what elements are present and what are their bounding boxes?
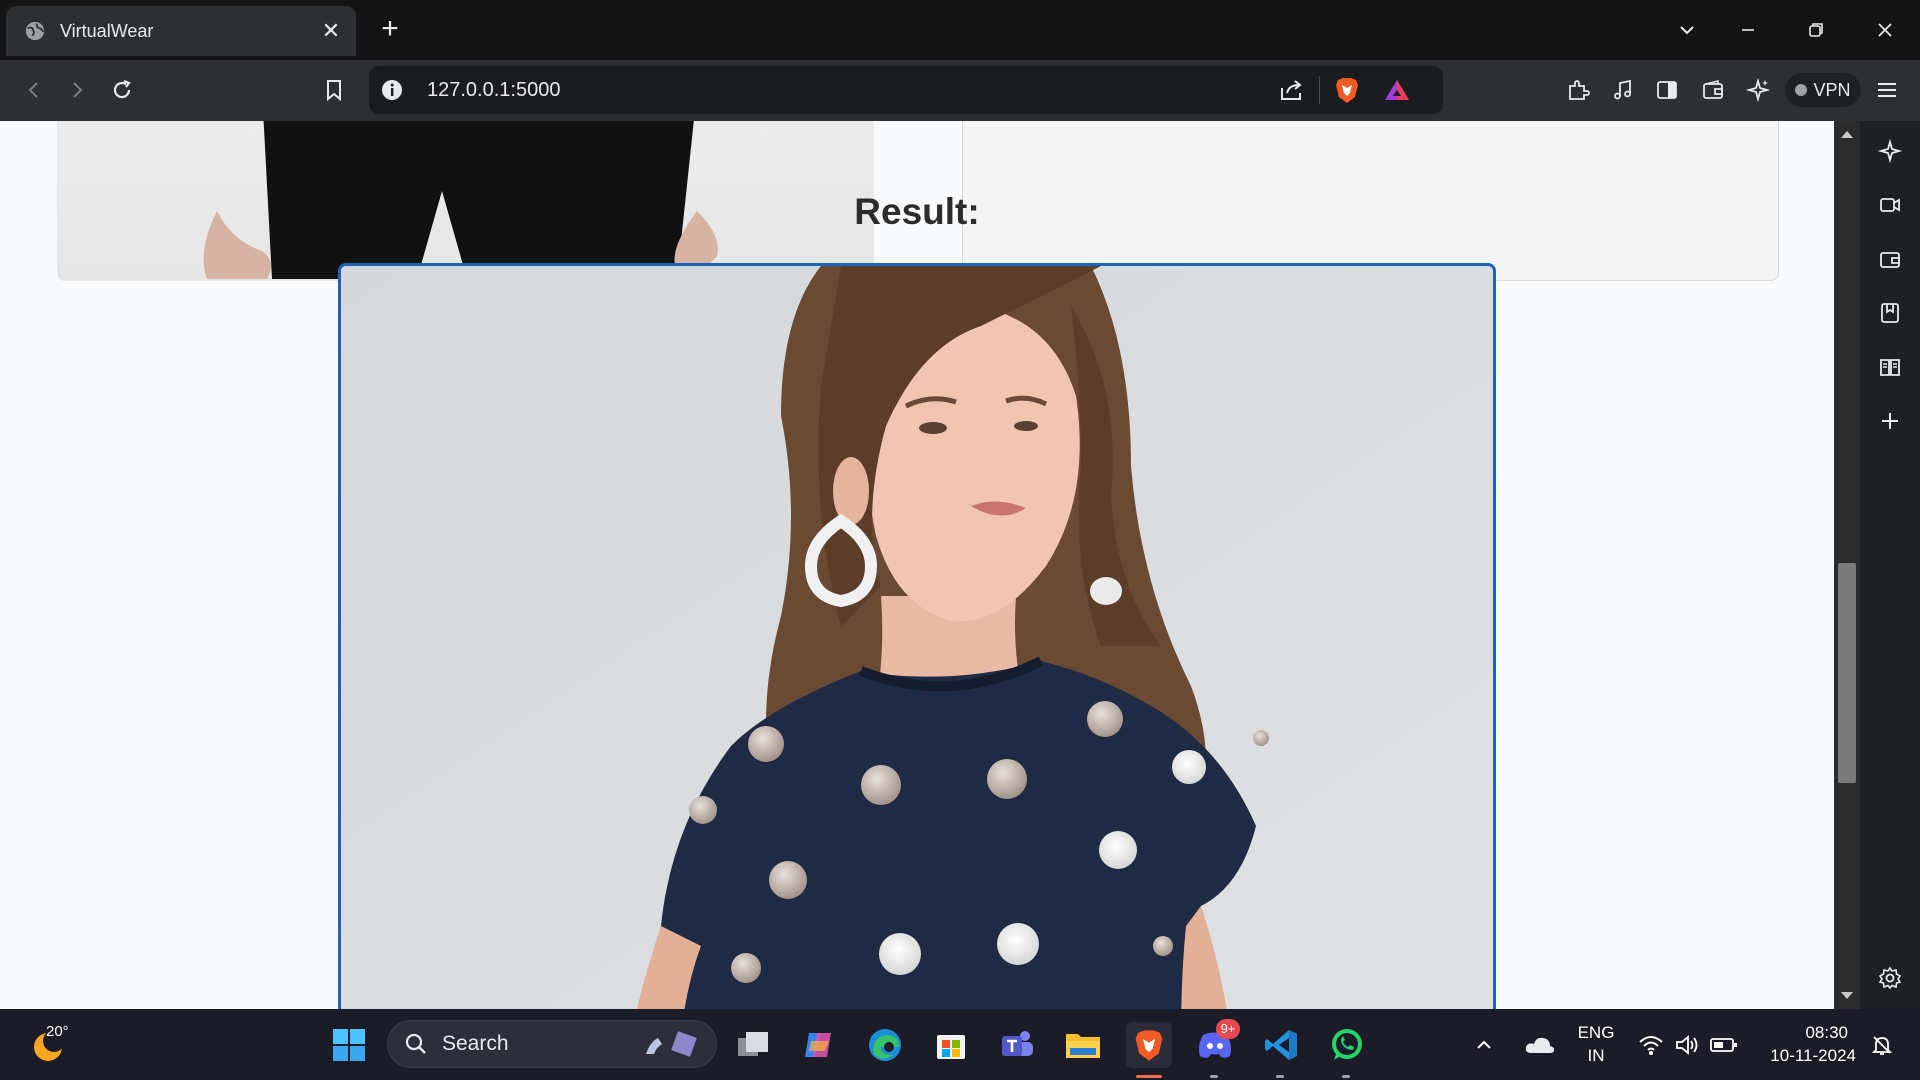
brave-talk-icon[interactable] bbox=[1870, 185, 1910, 225]
brave-shields-icon[interactable] bbox=[1334, 76, 1360, 104]
microsoft-store-icon[interactable] bbox=[928, 1022, 974, 1068]
divider bbox=[1319, 76, 1320, 104]
language-indicator-eng[interactable]: ENG bbox=[1574, 1022, 1618, 1044]
scroll-down-icon[interactable] bbox=[1841, 992, 1853, 999]
tab-virtualwear[interactable]: VirtualWear ✕ bbox=[6, 6, 356, 56]
sidebar-toggle-icon[interactable] bbox=[1647, 70, 1687, 110]
edge-icon[interactable] bbox=[862, 1022, 908, 1068]
tab-close-icon[interactable]: ✕ bbox=[320, 18, 342, 44]
active-app-indicator bbox=[1136, 1075, 1162, 1078]
globe-icon bbox=[25, 21, 45, 41]
wallet-sidebar-icon[interactable] bbox=[1870, 239, 1910, 279]
site-info-icon[interactable] bbox=[381, 79, 403, 101]
reading-list-icon[interactable] bbox=[1870, 347, 1910, 387]
notifications-bell-icon[interactable] bbox=[1866, 1022, 1898, 1068]
tab-search-chevron-icon[interactable] bbox=[1657, 0, 1717, 60]
windows-taskbar: 20° Search 9+ ENG IN 08:30 10-11-2024 bbox=[0, 1009, 1920, 1080]
clock-date[interactable]: 10-11-2024 bbox=[1756, 1045, 1856, 1067]
scroll-up-icon[interactable] bbox=[1841, 131, 1853, 138]
url-text[interactable]: 127.0.0.1:5000 bbox=[427, 79, 560, 102]
minimize-icon[interactable] bbox=[1718, 0, 1778, 60]
windows-logo-icon bbox=[333, 1029, 365, 1061]
task-view-icon[interactable] bbox=[730, 1022, 776, 1068]
share-icon[interactable] bbox=[1279, 78, 1305, 102]
taskbar-search[interactable]: Search bbox=[387, 1020, 717, 1068]
add-sidebar-item-icon[interactable] bbox=[1870, 401, 1910, 441]
vpn-label: VPN bbox=[1813, 79, 1851, 100]
onedrive-icon[interactable] bbox=[1522, 1022, 1558, 1068]
copilot-icon[interactable] bbox=[796, 1022, 842, 1068]
running-indicator bbox=[1342, 1075, 1350, 1078]
bookmarks-sidebar-icon[interactable] bbox=[1870, 293, 1910, 333]
brave-rewards-icon[interactable] bbox=[1383, 78, 1411, 102]
vscode-icon[interactable] bbox=[1258, 1022, 1304, 1068]
search-highlight-icon bbox=[646, 1031, 697, 1057]
page-viewport: Result: bbox=[0, 121, 1834, 1009]
restore-icon[interactable] bbox=[1786, 0, 1846, 60]
brave-taskbar-icon[interactable] bbox=[1126, 1022, 1172, 1068]
menu-icon[interactable] bbox=[1867, 70, 1907, 110]
language-indicator-in[interactable]: IN bbox=[1574, 1045, 1618, 1067]
media-music-icon[interactable] bbox=[1603, 70, 1643, 110]
running-indicator bbox=[1210, 1075, 1218, 1078]
teams-icon[interactable] bbox=[994, 1022, 1040, 1068]
leo-ai-sidebar-icon[interactable] bbox=[1870, 131, 1910, 171]
scrollbar-thumb[interactable] bbox=[1838, 563, 1856, 783]
sidebar-settings-icon[interactable] bbox=[1870, 958, 1910, 998]
file-explorer-icon[interactable] bbox=[1060, 1022, 1106, 1068]
start-button[interactable] bbox=[326, 1022, 372, 1068]
show-hidden-icons-chevron-icon[interactable] bbox=[1468, 1022, 1500, 1068]
reload-icon[interactable] bbox=[102, 70, 142, 110]
side-panel bbox=[1860, 121, 1920, 1009]
back-icon[interactable] bbox=[14, 70, 54, 110]
wifi-icon[interactable] bbox=[1636, 1022, 1666, 1068]
discord-notification-badge: 9+ bbox=[1216, 1019, 1240, 1039]
bookmark-icon[interactable] bbox=[314, 70, 354, 110]
address-bar[interactable]: 127.0.0.1:5000 bbox=[369, 66, 1443, 114]
volume-icon[interactable] bbox=[1672, 1022, 1702, 1068]
page-scrollbar[interactable] bbox=[1834, 121, 1860, 1009]
weather-temperature: 20° bbox=[46, 1023, 69, 1040]
clock-time[interactable]: 08:30 bbox=[1756, 1022, 1848, 1044]
vpn-button[interactable]: VPN bbox=[1785, 73, 1861, 107]
vpn-status-icon bbox=[1795, 84, 1808, 96]
result-image-frame bbox=[338, 263, 1496, 1009]
extensions-icon[interactable] bbox=[1558, 70, 1598, 110]
new-tab-button[interactable]: + bbox=[374, 12, 406, 48]
wallet-icon[interactable] bbox=[1693, 70, 1733, 110]
forward-icon[interactable] bbox=[57, 70, 97, 110]
browser-toolbar: 127.0.0.1:5000 VPN bbox=[0, 60, 1920, 121]
tab-title: VirtualWear bbox=[60, 20, 154, 41]
tab-strip: VirtualWear ✕ + bbox=[0, 0, 1920, 60]
running-indicator bbox=[1276, 1075, 1284, 1078]
close-window-icon[interactable] bbox=[1855, 0, 1915, 60]
battery-icon[interactable] bbox=[1708, 1022, 1740, 1068]
result-image bbox=[341, 266, 1493, 1009]
whatsapp-icon[interactable] bbox=[1324, 1022, 1370, 1068]
search-icon bbox=[405, 1033, 426, 1054]
search-label: Search bbox=[442, 1032, 509, 1055]
leo-ai-icon[interactable] bbox=[1738, 70, 1778, 110]
result-heading: Result: bbox=[854, 191, 980, 232]
